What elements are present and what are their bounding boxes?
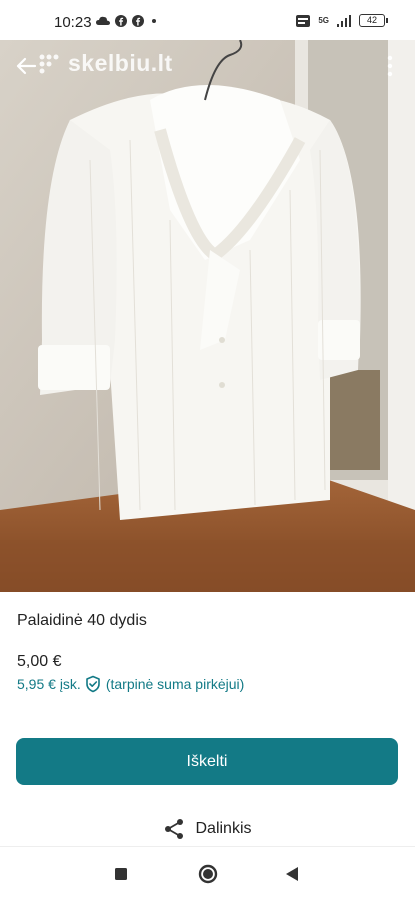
facebook-icon [115,15,127,27]
cloud-icon [96,16,110,25]
more-vertical-icon [387,55,393,77]
share-button[interactable]: Dalinkis [0,818,415,840]
listing-title: Palaidinė 40 dydis [17,612,147,629]
more-dots-icon [152,19,156,23]
status-time: 10:23 [54,14,92,31]
shield-check-icon [86,675,100,693]
listing-photo[interactable] [0,40,415,592]
site-logo: skelbiu.lt [38,50,173,77]
circle-icon [198,864,218,884]
status-bar: 10:23 5G 42 [0,0,415,44]
photo-toolbar: skelbiu.lt [0,40,415,96]
signal-icon [337,14,351,27]
listing-price: 5,00 € [17,653,62,670]
logo-dots-icon [39,54,59,73]
triangle-back-icon [286,867,298,881]
square-icon [115,868,127,880]
facebook-icon [132,15,144,27]
arrow-left-icon [16,57,37,75]
share-label: Dalinkis [195,820,252,837]
battery-icon: 42 [359,14,388,27]
fee-note: (tarpinė suma pirkėjui) [105,676,245,692]
bump-button[interactable]: Iškelti [16,738,398,785]
status-system-icons: 5G 42 [296,14,388,27]
share-icon [165,819,184,839]
logo-text: skelbiu.lt [68,50,173,76]
bump-button-label: Iškelti [186,752,228,770]
fee-price: 5,95 € įsk. [17,676,81,692]
volte-icon [296,14,311,27]
status-notification-icons [96,15,159,27]
home-button[interactable] [195,861,221,887]
recents-button[interactable] [108,861,134,887]
system-nav-bar [0,846,415,900]
back-nav-button[interactable] [279,861,305,887]
more-options-button[interactable] [375,48,405,84]
network-type: 5G [318,16,329,25]
blouse-photo-image [0,40,415,592]
buyer-fee-row[interactable]: 5,95 € įsk. (tarpinė suma pirkėjui) [17,675,244,693]
battery-level: 42 [366,15,377,25]
